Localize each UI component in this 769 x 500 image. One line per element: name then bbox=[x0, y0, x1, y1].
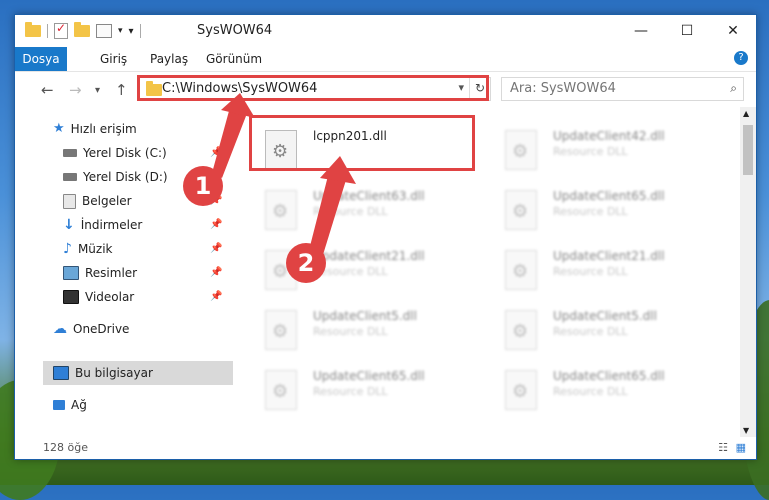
annotation-arrows bbox=[212, 93, 356, 258]
callout-two: 2 bbox=[286, 243, 326, 283]
arrow-two-head bbox=[320, 156, 356, 184]
callout-one: 1 bbox=[183, 166, 223, 206]
